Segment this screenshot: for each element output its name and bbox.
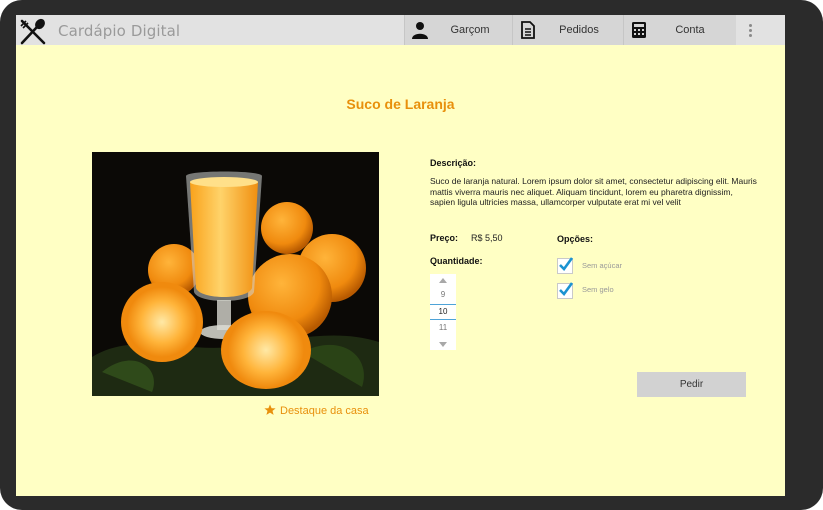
tablet-frame: Cardápio Digital Garçom Pedidos Conta Su… <box>0 0 823 510</box>
nav-waiter-button[interactable]: Garçom <box>404 15 513 45</box>
more-menu-button[interactable] <box>736 15 785 45</box>
house-highlight-label: Destaque da casa <box>280 405 369 417</box>
chevron-down-icon[interactable] <box>439 342 447 347</box>
nav-bill-label: Conta <box>675 24 705 36</box>
quantity-selected[interactable]: 10 <box>430 304 456 320</box>
app-screen: Cardápio Digital Garçom Pedidos Conta Su… <box>16 15 785 496</box>
nav-waiter-label: Garçom <box>450 24 490 36</box>
nav-orders-button[interactable]: Pedidos <box>512 15 624 45</box>
quantity-label: Quantidade: <box>430 256 483 266</box>
no-sugar-label: Sem açúcar <box>582 261 623 270</box>
nav-orders-label: Pedidos <box>559 24 599 36</box>
person-icon <box>412 22 428 39</box>
fork-spoon-icon <box>20 18 46 45</box>
order-button[interactable]: Pedir <box>637 372 746 397</box>
price-label: Preço: <box>430 233 459 243</box>
star-icon <box>264 404 276 415</box>
price-value: R$ 5,50 <box>471 233 503 243</box>
no-ice-checkbox[interactable] <box>557 282 574 299</box>
nav-bill-button[interactable]: Conta <box>623 15 737 45</box>
more-vertical-icon <box>749 24 752 27</box>
quantity-option[interactable]: 11 <box>430 323 456 332</box>
check-icon <box>559 282 574 296</box>
dish-title: Suco de Laranja <box>346 96 455 112</box>
calculator-icon <box>632 22 646 38</box>
house-highlight-badge: Destaque da casa <box>264 404 369 417</box>
quantity-stepper[interactable]: 9 10 11 <box>430 274 456 350</box>
no-ice-label: Sem gelo <box>582 285 614 294</box>
check-icon <box>559 257 574 271</box>
options-label: Opções: <box>557 234 594 244</box>
orange-juice-photo <box>92 152 379 396</box>
description-text: Suco de laranja natural. Lorem ipsum dol… <box>430 176 757 207</box>
top-bar: Cardápio Digital Garçom Pedidos Conta <box>16 15 785 45</box>
description-label: Descrição: <box>430 158 477 168</box>
app-title: Cardápio Digital <box>58 22 181 40</box>
document-icon <box>521 21 535 39</box>
no-sugar-checkbox[interactable] <box>557 257 574 274</box>
quantity-option[interactable]: 9 <box>430 290 456 299</box>
chevron-up-icon[interactable] <box>439 278 447 283</box>
